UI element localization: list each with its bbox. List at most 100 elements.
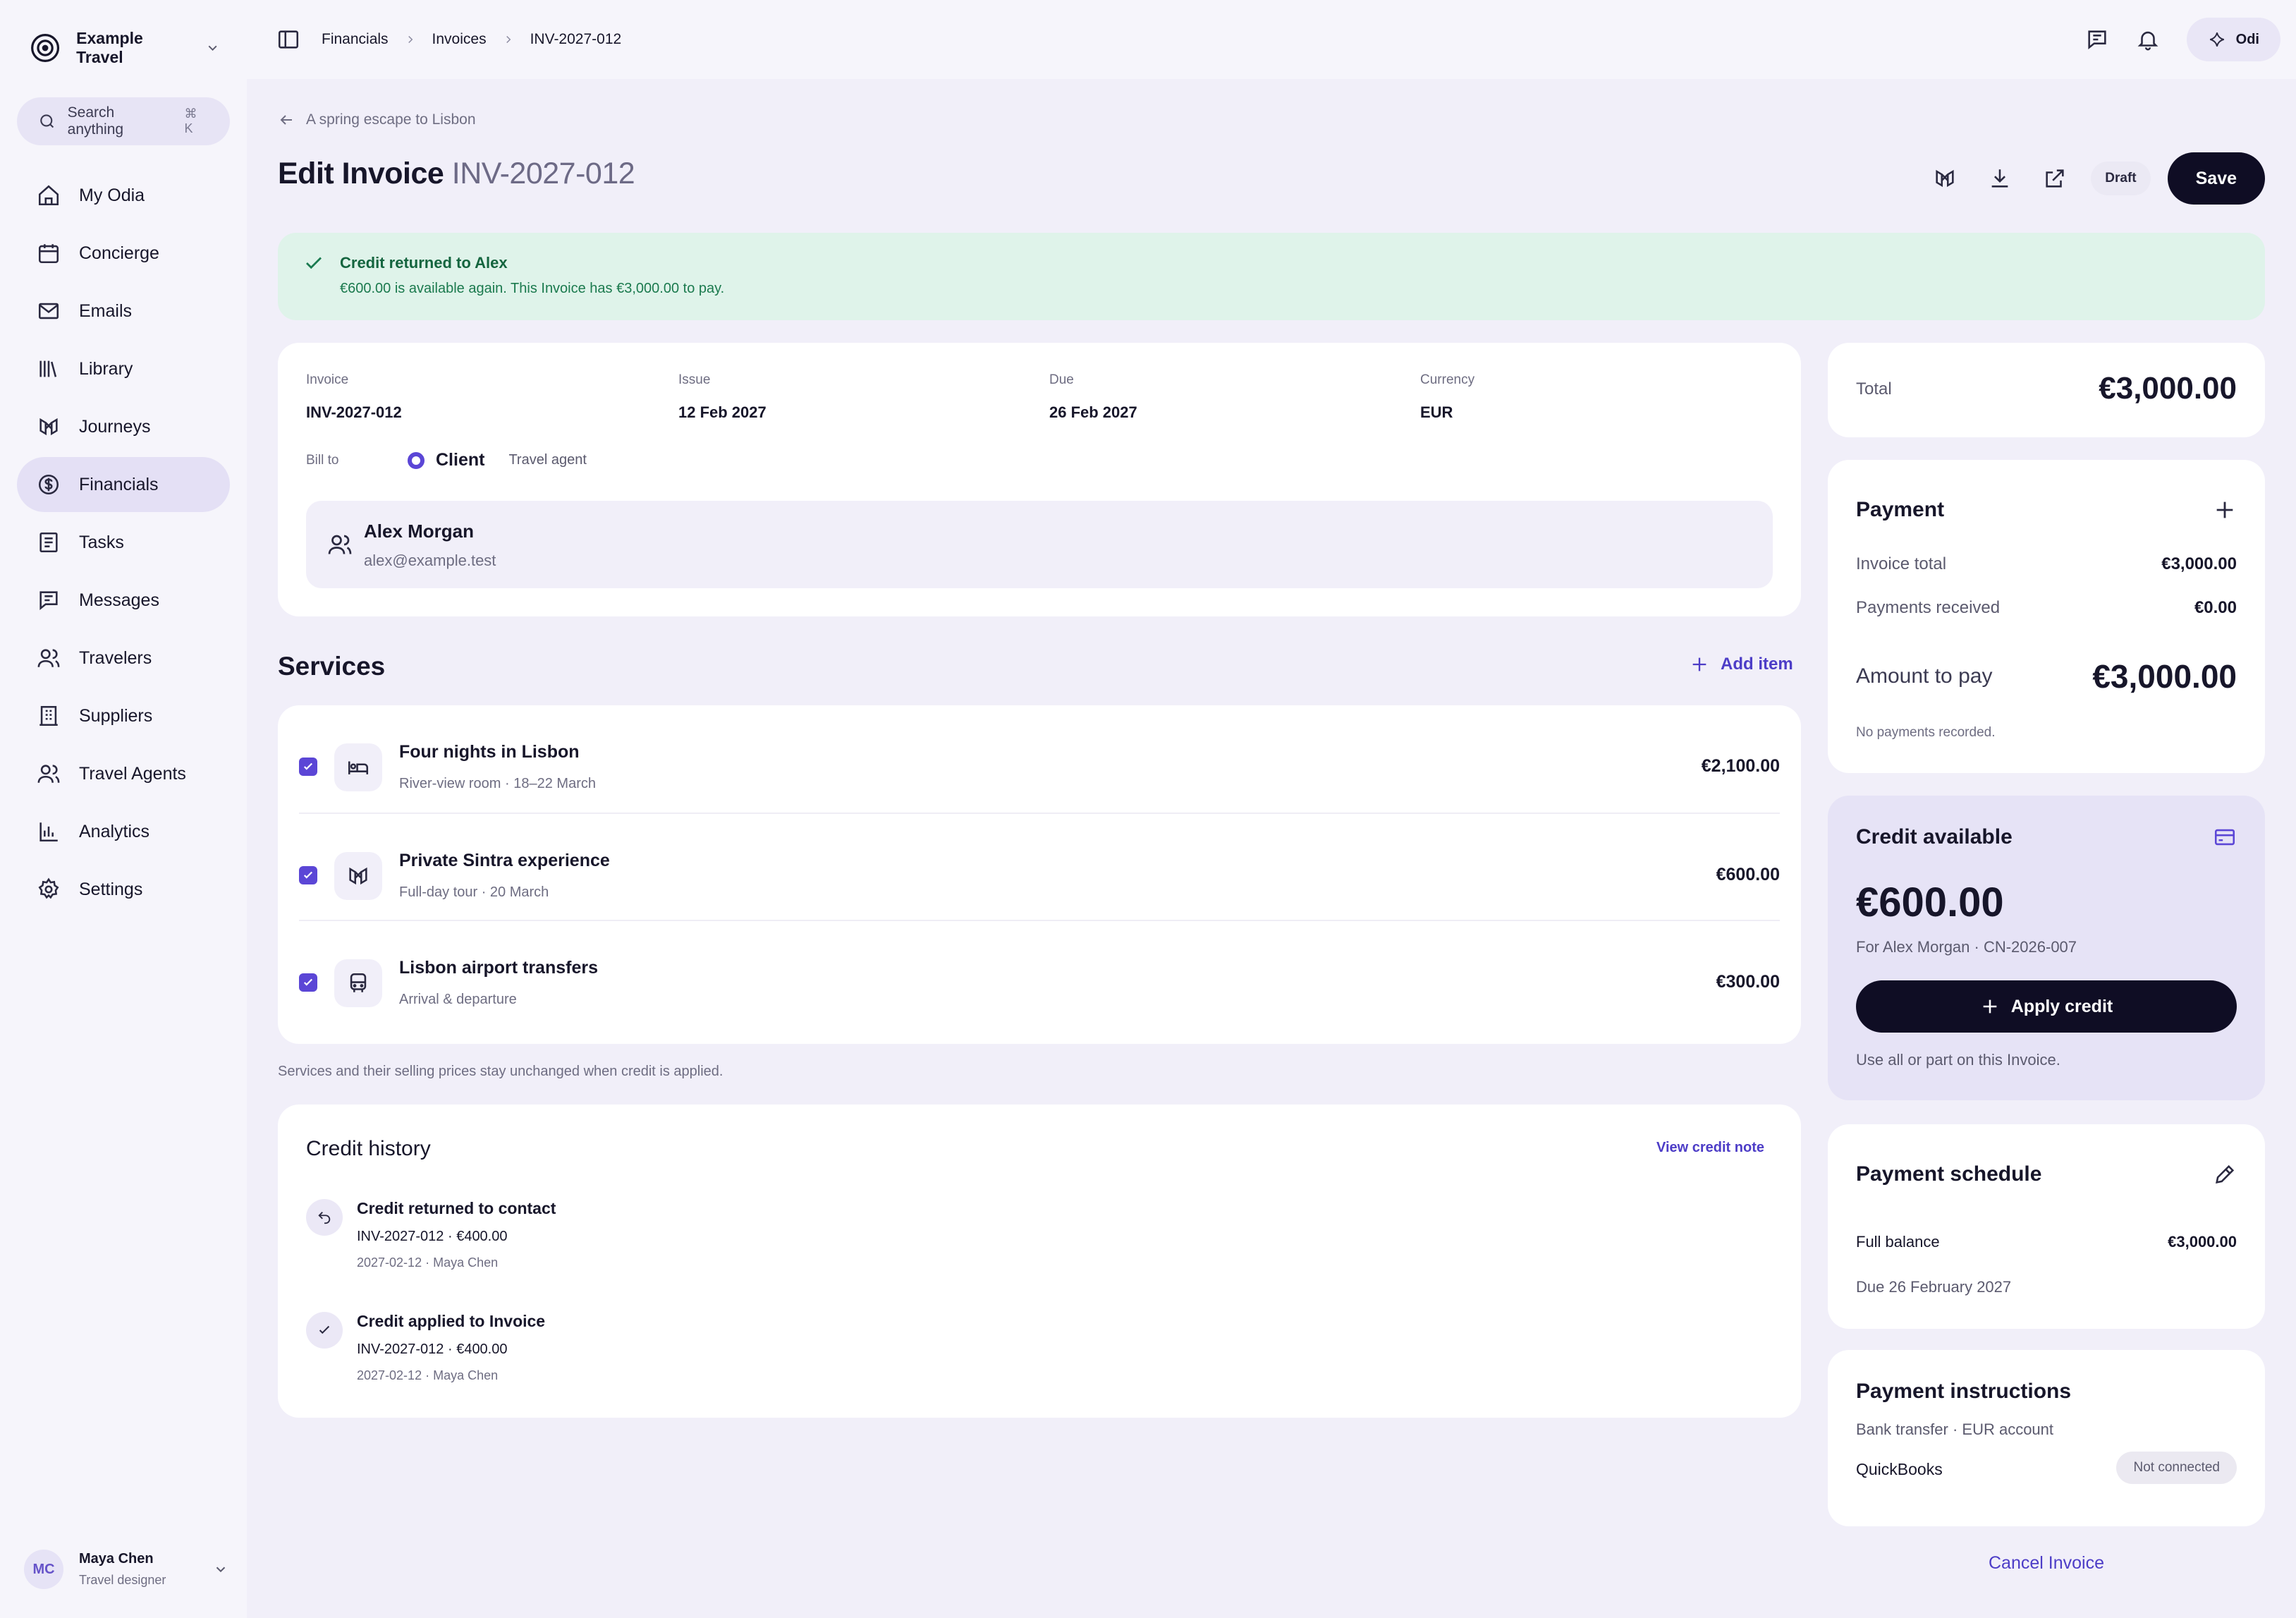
sidebar-item-suppliers[interactable]: Suppliers: [17, 688, 230, 743]
sidebar-item-label: Library: [79, 358, 133, 379]
payment-schedule-card: Payment schedule Full balance €3,000.00 …: [1828, 1124, 2265, 1329]
radio-client[interactable]: [408, 451, 425, 469]
bill-to-label: Bill to: [306, 452, 339, 468]
pencil-icon[interactable]: [2213, 1162, 2237, 1186]
field-value: INV-2027-012: [306, 403, 402, 421]
journeys-icon[interactable]: [1933, 166, 1957, 190]
sidebar-item-emails[interactable]: Emails: [17, 284, 230, 339]
sidebar-item-concierge[interactable]: Concierge: [17, 226, 230, 281]
service-row[interactable]: Lisbon airport transfers Arrival & depar…: [299, 920, 1780, 1027]
payments-received-label: Payments received: [1856, 598, 2001, 617]
cancel-invoice-link[interactable]: Cancel Invoice: [1828, 1553, 2265, 1574]
external-link-icon[interactable]: [2043, 166, 2067, 190]
services-note: Services and their selling prices stay u…: [278, 1064, 723, 1079]
add-item-button[interactable]: Add item: [1690, 655, 1793, 674]
sidebar-item-label: Emails: [79, 300, 133, 321]
breadcrumb-invoices[interactable]: Invoices: [432, 31, 487, 48]
schedule-label: Full balance: [1856, 1233, 1940, 1251]
top-bar: Financials Invoices INV-2027-012 Odi: [247, 0, 2296, 79]
service-checkbox[interactable]: [299, 973, 317, 992]
apply-credit-button[interactable]: Apply credit: [1856, 980, 2237, 1033]
service-description: Full-day tour · 20 March: [399, 884, 549, 900]
payments-received-value: €0.00: [2194, 598, 2237, 617]
service-name: Four nights in Lisbon: [399, 742, 580, 762]
save-button[interactable]: Save: [2167, 152, 2265, 205]
service-row[interactable]: Four nights in Lisbon River-view room · …: [299, 705, 1780, 813]
sidebar-item-label: My Odia: [79, 185, 145, 205]
sidebar-item-messages[interactable]: Messages: [17, 573, 230, 628]
credit-card-icon[interactable]: [2213, 825, 2237, 849]
invoice-total-row: Invoice total €3,000.00: [1856, 554, 2237, 574]
banner-text: €600.00 is available again. This Invoice…: [340, 281, 725, 296]
service-checkbox[interactable]: [299, 866, 317, 884]
sidebar-item-journeys[interactable]: Journeys: [17, 399, 230, 454]
sidebar-item-tasks[interactable]: Tasks: [17, 515, 230, 570]
sidebar-item-travel-agents[interactable]: Travel Agents: [17, 746, 230, 801]
apply-credit-label: Apply credit: [2010, 996, 2113, 1016]
service-checkbox[interactable]: [299, 758, 317, 776]
bill-to-client[interactable]: Client: [436, 450, 484, 470]
service-row[interactable]: Private Sintra experience Full-day tour …: [299, 813, 1780, 920]
calendar-icon: [37, 241, 61, 265]
field-due-date[interactable]: Due 26 Feb 2027: [1049, 372, 1137, 422]
building-icon: [37, 704, 61, 728]
field-label: Due: [1049, 372, 1074, 387]
sidebar: Example Travel Search anything ⌘ K My Od…: [0, 0, 247, 1618]
sidebar-item-travelers[interactable]: Travelers: [17, 631, 230, 686]
assistant-button[interactable]: Odi: [2186, 18, 2280, 61]
payment-card: Payment Invoice total €3,000.00 Payments…: [1828, 460, 2265, 773]
sidebar-item-library[interactable]: Library: [17, 341, 230, 396]
credit-amount: €600.00: [1856, 880, 2004, 925]
bill-to-travel-agent[interactable]: Travel agent: [508, 452, 586, 468]
field-value: 12 Feb 2027: [678, 403, 767, 421]
back-label: A spring escape to Lisbon: [306, 111, 476, 128]
download-icon[interactable]: [1988, 166, 2012, 190]
success-banner: Credit returned to Alex €600.00 is avail…: [278, 233, 2265, 320]
library-icon: [37, 357, 61, 381]
service-description: River-view room · 18–22 March: [399, 776, 596, 791]
field-issue-date[interactable]: Issue 12 Feb 2027: [678, 372, 767, 422]
back-link[interactable]: A spring escape to Lisbon: [278, 111, 476, 128]
chat-icon[interactable]: [2085, 28, 2109, 51]
sidebar-item-analytics[interactable]: Analytics: [17, 804, 230, 859]
message-icon: [37, 588, 61, 612]
bus-icon: [334, 959, 382, 1007]
breadcrumb-financials[interactable]: Financials: [322, 31, 389, 48]
brand-logo-icon: [30, 32, 61, 64]
history-title: Credit returned to contact: [357, 1199, 556, 1217]
field-currency[interactable]: Currency EUR: [1420, 372, 1474, 422]
field-label: Invoice: [306, 372, 349, 387]
bar-chart-icon: [37, 820, 61, 844]
view-credit-note-link[interactable]: View credit note: [1656, 1140, 1764, 1156]
sidebar-item-label: Travelers: [79, 647, 152, 668]
credit-history-title: Credit history: [306, 1137, 431, 1160]
sidebar-item-settings[interactable]: Settings: [17, 862, 230, 917]
schedule-row: Full balance €3,000.00: [1856, 1233, 2237, 1251]
bed-icon: [334, 743, 382, 791]
integration-status-badge: Not connected: [2116, 1452, 2237, 1484]
integration-name: QuickBooks: [1856, 1460, 1943, 1478]
payment-instructions-card: Payment instructions Bank transfer · EUR…: [1828, 1350, 2265, 1526]
sidebar-item-my-odia[interactable]: My Odia: [17, 168, 230, 223]
workspace-switcher[interactable]: Example Travel: [30, 29, 227, 66]
credit-hint: Use all or part on this Invoice.: [1856, 1051, 2060, 1069]
payments-received-row: Payments received €0.00: [1856, 598, 2237, 618]
sidebar-item-label: Suppliers: [79, 705, 153, 726]
history-subtitle: INV-2027-012 · €400.00: [357, 1342, 508, 1357]
sidebar-item-label: Financials: [79, 474, 159, 494]
plus-icon[interactable]: [2213, 498, 2237, 522]
agents-icon: [37, 762, 61, 786]
bell-icon[interactable]: [2136, 28, 2160, 51]
sidebar-toggle-icon[interactable]: [276, 28, 300, 51]
service-price: €2,100.00: [1701, 756, 1780, 776]
header-actions: Draft Save: [1933, 152, 2265, 205]
client-selector[interactable]: Alex Morgan alex@example.test: [306, 501, 1773, 588]
user-menu[interactable]: MC Maya Chen Travel designer: [24, 1545, 228, 1594]
sidebar-item-financials[interactable]: Financials: [17, 457, 230, 512]
field-invoice[interactable]: Invoice INV-2027-012: [306, 372, 402, 422]
search-input[interactable]: Search anything ⌘ K: [17, 97, 230, 145]
instructions-subtitle: Bank transfer · EUR account: [1856, 1421, 2054, 1438]
search-shortcut: ⌘ K: [184, 107, 197, 135]
schedule-value: €3,000.00: [2168, 1233, 2237, 1251]
journeys-icon: [37, 415, 61, 439]
